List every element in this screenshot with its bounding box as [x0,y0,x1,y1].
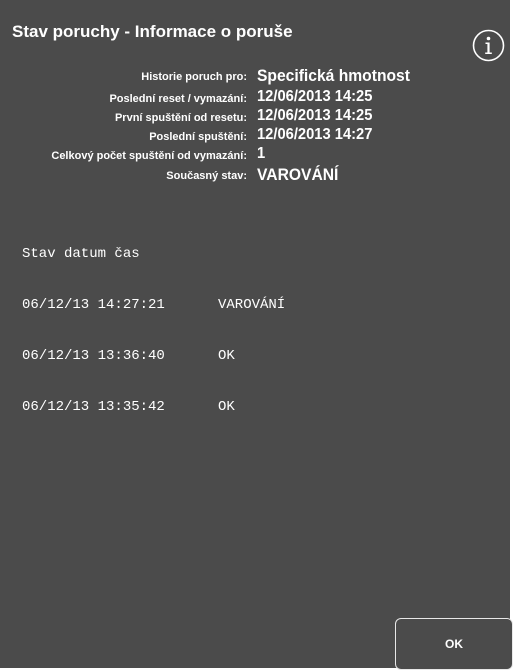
info-icon[interactable] [472,29,505,62]
log-entry: 06/12/13 13:35:42 OK [22,399,285,416]
info-row-first-start: První spuštění od resetu: 12/06/2013 14:… [0,107,510,125]
info-row-fault-history: Historie poruch pro: Specifická hmotnost [0,66,510,85]
log-entry-time: 06/12/13 13:36:40 [22,348,165,364]
log-entry-status: VAROVÁNÍ [218,297,286,313]
info-value: Specifická hmotnost [257,66,410,85]
info-label: Historie poruch pro: [141,71,247,83]
info-value: 12/06/2013 14:27 [257,126,373,143]
info-row-total-starts: Celkový počet spuštění od vymazání: 1 [0,145,510,163]
fault-info-dialog: Stav poruchy - Informace o poruše Histor… [0,0,510,668]
info-value: 12/06/2013 14:25 [257,107,373,124]
info-value: VAROVÁNÍ [257,165,339,184]
log-entry-time: 06/12/13 13:35:42 [22,399,165,415]
log-entry: 06/12/13 13:36:40 OK [22,348,285,365]
info-label: Celkový počet spuštění od vymazání: [51,150,247,162]
log-entry-status: OK [218,348,235,364]
info-label: Poslední reset / vymazání: [109,93,247,105]
info-row-last-start: Poslední spuštění: 12/06/2013 14:27 [0,126,510,144]
info-label: První spuštění od resetu: [114,112,247,124]
info-row-last-reset: Poslední reset / vymazání: 12/06/2013 14… [0,88,510,106]
log-entry: 06/12/13 14:27:21 VAROVÁNÍ [22,297,285,314]
log-entry-status: OK [218,399,235,415]
info-value: 12/06/2013 14:25 [257,88,373,105]
ok-button[interactable]: OK [395,618,513,670]
dialog-title: Stav poruchy - Informace o poruše [12,22,293,41]
info-label: Současný stav: [166,170,247,182]
fault-log: Stav datum čas 06/12/13 14:27:21 VAROVÁNÍ… [22,212,285,450]
log-entry-time: 06/12/13 14:27:21 [22,297,165,313]
log-header: Stav datum čas [22,246,140,262]
info-label: Poslední spuštění: [149,131,247,143]
info-row-current-state: Současný stav: VAROVÁNÍ [0,165,510,184]
info-value: 1 [257,145,266,162]
